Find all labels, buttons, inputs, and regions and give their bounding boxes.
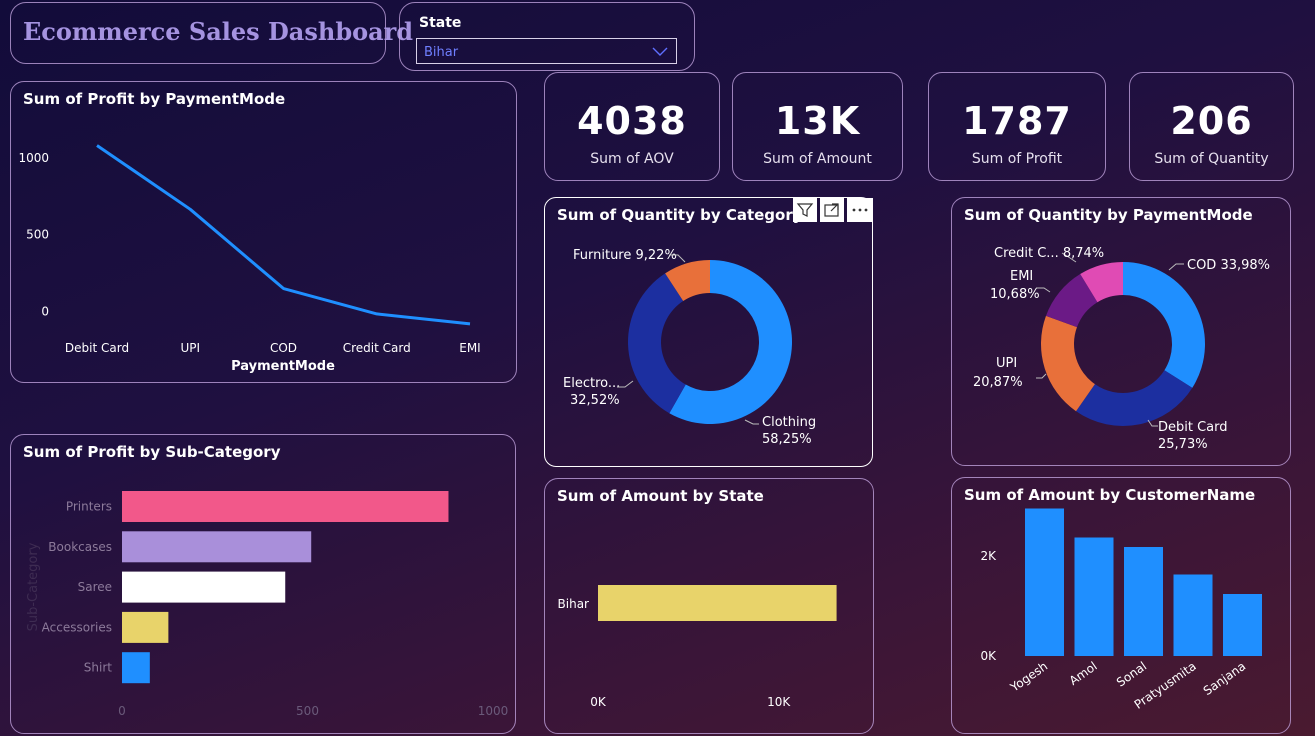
bar-printers [122,491,449,522]
x-tick-label: 500 [296,704,319,718]
bar-shirt [122,652,150,684]
x-tick-label: 10K [767,695,791,709]
bar-saree [122,571,286,603]
slice-label-pct: 20,87% [973,375,1023,390]
bar-amol [1074,537,1114,656]
amount-by-customername-chart[interactable]: Sum of Amount by CustomerName 2K 0K Yogesh… [951,477,1291,734]
state-dropdown[interactable]: Bihar [416,38,677,64]
kpi-value: 4038 [577,99,687,143]
quantity-by-paymentmode-chart[interactable]: Sum of Quantity by PaymentMode COD 33,98… [951,197,1291,466]
bar-sanjana [1223,594,1262,656]
bar-sonal [1124,547,1163,656]
slice-label-name: Debit Card [1158,420,1228,435]
y-tick-label: Saree [78,580,112,594]
y-tick-label: 2K [980,549,997,563]
kpi-label: Sum of Profit [971,151,1063,167]
leader-line [1168,263,1184,271]
amount-by-state-chart[interactable]: Sum of Amount by State Bihar 0K 10K [544,478,874,734]
slice-label-pct: 58,25% [762,432,812,447]
kpi-card-quantity: 206 Sum of Quantity [1129,72,1294,181]
slice-label-pct: 32,52% [570,393,620,408]
bar-accessories [122,611,169,643]
kpi-label: Sum of Quantity [1154,151,1269,167]
leader-line [1036,373,1047,379]
slice-label: Credit C... 8,74% [994,246,1104,261]
x-tick-label: Sanjana [1201,659,1249,698]
x-tick-label: 1000 [478,704,509,718]
bar-bookcases [122,531,312,563]
kpi-value: 206 [1170,99,1253,143]
state-slicer: State Bihar [399,2,695,71]
state-slicer-label: State [419,15,462,31]
x-tick-label: Credit Card [343,341,411,355]
profit-line-series [96,144,471,326]
slice-label-name: EMI [1010,269,1033,284]
x-tick-label: Yogesh [1007,659,1050,695]
leader-line [744,419,759,425]
slice-label: COD 33,98% [1187,258,1270,273]
profit-by-paymentmode-chart[interactable]: Sum of Profit by PaymentMode 1000 500 0 Deb… [10,81,517,383]
y-tick-label: 0K [980,649,997,663]
kpi-value: 13K [774,99,861,143]
slice-label-pct: 25,73% [1158,437,1208,452]
y-axis-title: Sub-Category [26,542,41,631]
category-slice-electro- [628,273,686,414]
filter-icon[interactable] [793,198,817,222]
x-axis-title: PaymentMode [231,359,335,374]
y-tick-label: 1000 [18,151,49,165]
bar-yogesh [1025,508,1064,656]
x-tick-label: COD [270,341,297,355]
x-tick-label: Sonal [1114,659,1149,690]
subcategory-bar-plot: Printers Bookcases Saree Accessories Shirt 0 5… [26,491,509,718]
y-tick-label: 500 [26,228,49,242]
state-dropdown-value: Bihar [424,45,459,60]
x-tick-label: EMI [459,341,480,355]
quantity-by-category-chart[interactable]: Sum of Quantity by Category Clothing 58,2… [544,197,873,467]
state-bar-plot: Bihar 0K 10K [558,585,837,709]
x-tick-label: UPI [180,341,200,355]
focus-mode-icon[interactable] [820,198,844,222]
slice-label-name: UPI [996,356,1017,371]
x-tick-label: Amol [1067,659,1100,688]
bar-bihar [598,585,837,621]
bar-pratyusmita [1173,574,1213,656]
slice-label-name: Clothing [762,415,816,430]
x-tick-label: 0 [118,704,126,718]
profit-by-subcategory-chart[interactable]: Sum of Profit by Sub-Category Printers Bo… [10,434,516,734]
y-tick-label: Printers [66,500,112,514]
customer-bar-plot: 2K0KYogesh Amol SonalPratyusmita Sanjana [980,508,1262,712]
page-title: Ecommerce Sales Dashboard [23,17,414,46]
y-tick-label: Accessories [42,620,112,634]
more-options-icon[interactable] [847,198,873,222]
paymentmode-slice-cod [1123,262,1205,388]
kpi-label: Sum of Amount [763,151,872,167]
kpi-card-aov: 4038 Sum of AOV [544,72,720,181]
slice-label-name: Electro... [563,376,620,391]
slice-label: Furniture 9,22% [573,248,677,263]
paymentmode-donut-plot: COD 33,98% Debit Card 25,73% UPI 20,87% EMI 10… [973,246,1270,452]
slice-label-pct: 10,68% [990,287,1040,302]
x-tick-label: Debit Card [65,341,129,355]
visual-header-toolbar [793,198,873,222]
kpi-value: 1787 [962,99,1072,143]
kpi-card-profit: 1787 Sum of Profit [928,72,1106,181]
paymentmode-slice-debit-card [1076,370,1193,427]
line-chart-plot: 1000 500 0 Debit Card UPI COD Credit Card EMI Pa… [18,144,481,374]
x-tick-label: 0K [590,695,607,709]
y-tick-label: Bookcases [48,540,112,554]
dashboard-title-panel: Ecommerce Sales Dashboard [10,2,413,64]
y-tick-label: Bihar [558,597,590,611]
y-tick-label: Shirt [84,661,112,675]
kpi-label: Sum of AOV [590,151,674,167]
y-tick-label: 0 [41,305,49,319]
chevron-down-icon [652,47,668,56]
category-donut-plot: Clothing 58,25% Electro... 32,52% Furniture … [563,248,816,447]
kpi-card-amount: 13K Sum of Amount [732,72,903,181]
